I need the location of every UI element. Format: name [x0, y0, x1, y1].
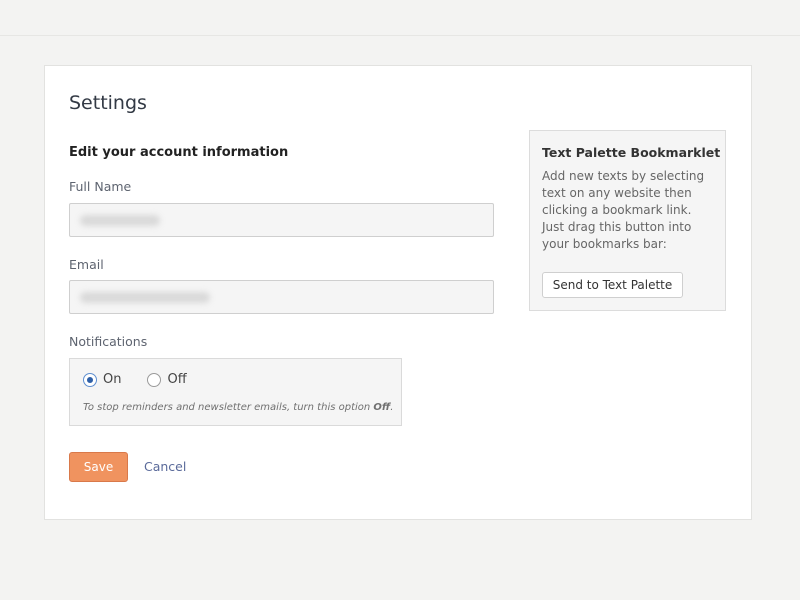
- bookmarklet-line: text on any website then: [542, 186, 692, 200]
- notifications-radio-group: On Off: [83, 372, 213, 387]
- email-value-redacted: [80, 292, 210, 303]
- full-name-value-redacted: [80, 215, 160, 226]
- notifications-box: On Off To stop reminders and newsletter …: [69, 358, 402, 426]
- radio-selected-dot: [87, 376, 93, 383]
- bookmarklet-line: Add new texts by selecting: [542, 169, 705, 183]
- hint-prefix: To stop reminders and newsletter emails,…: [83, 402, 374, 413]
- bookmarklet-line: Just drag this button into: [542, 220, 692, 234]
- save-button[interactable]: Save: [69, 452, 128, 482]
- notifications-on-radio[interactable]: [83, 372, 97, 387]
- top-bar: [0, 0, 800, 36]
- notifications-off-radio[interactable]: [147, 372, 162, 387]
- notifications-hint: To stop reminders and newsletter emails,…: [83, 402, 393, 413]
- notifications-label: Notifications: [69, 334, 148, 349]
- hint-emphasis: Off: [373, 402, 391, 413]
- bookmarklet-description: Add new texts by selecting text on any w…: [542, 168, 718, 253]
- bookmarklet-line: clicking a bookmark link.: [542, 203, 692, 217]
- section-heading: Edit your account information: [69, 145, 289, 160]
- send-to-text-palette-button[interactable]: Send to Text Palette: [542, 272, 683, 298]
- email-field[interactable]: [69, 280, 494, 314]
- notifications-on-label[interactable]: On: [103, 372, 121, 387]
- page-title: Settings: [69, 92, 147, 114]
- hint-suffix: .: [390, 402, 394, 413]
- cancel-link[interactable]: Cancel: [144, 459, 186, 474]
- email-label: Email: [69, 257, 104, 272]
- full-name-field[interactable]: [69, 203, 494, 237]
- bookmarklet-title: Text Palette Bookmarklet: [542, 145, 721, 160]
- settings-card: Settings Edit your account information F…: [44, 65, 752, 520]
- bookmarklet-line: your bookmarks bar:: [542, 237, 667, 251]
- full-name-label: Full Name: [69, 179, 132, 194]
- notifications-off-label[interactable]: Off: [167, 372, 186, 387]
- bookmarklet-panel: Text Palette Bookmarklet Add new texts b…: [529, 130, 726, 311]
